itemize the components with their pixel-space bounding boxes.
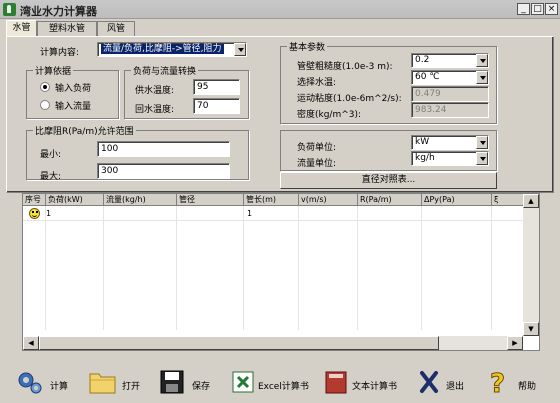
row-divider (23, 220, 523, 221)
results-grid[interactable]: 序号 负荷(kW) 流量(kg/h) 管径 管长(m) v(m/s) R(Pa/… (22, 193, 540, 351)
friction-max-label: 最大: (40, 172, 62, 182)
col-divider (45, 206, 46, 330)
col-divider (357, 206, 358, 330)
scroll-right-button[interactable]: ▶ (507, 336, 523, 350)
grid-header: 序号 负荷(kW) 流量(kg/h) 管径 管长(m) v(m/s) R(Pa/… (23, 194, 523, 206)
chevron-down-icon[interactable] (476, 54, 488, 67)
open-label: 打开 (122, 382, 141, 392)
scroll-left-button[interactable]: ◀ (23, 336, 39, 350)
density-label: 密度(kg/m^3): (297, 110, 362, 120)
tab-air-duct[interactable]: 风管 (97, 21, 135, 37)
help-question-icon: ? (490, 369, 506, 397)
tab-water-pipe[interactable]: 水管 (6, 20, 37, 37)
conversion-group-title: 负荷与流量转换 (131, 64, 199, 77)
basis-group-title: 计算依据 (33, 64, 74, 77)
calculate-label: 计算 (50, 382, 69, 392)
save-label: 保存 (192, 382, 211, 392)
radio-input-load-label: 输入负荷 (55, 84, 92, 94)
chevron-down-icon[interactable] (476, 136, 488, 149)
col-divider (176, 206, 177, 330)
water-temp-select[interactable]: 60 ℃ (411, 70, 489, 85)
load-unit-select[interactable]: kW (411, 135, 489, 150)
supply-temp-input[interactable]: 95 (193, 79, 240, 95)
col-divider (243, 206, 244, 330)
return-temp-label: 回水温度: (135, 105, 175, 115)
flow-unit-select[interactable]: kg/h (411, 151, 489, 166)
calc-content-label: 计算内容: (40, 48, 80, 58)
friction-max-input[interactable]: 300 (97, 163, 230, 179)
flow-unit-label: 流量单位: (297, 159, 337, 169)
friction-min-label: 最小: (40, 150, 62, 160)
exit-button[interactable]: 退出 (416, 362, 470, 403)
col-divider (298, 206, 299, 330)
col-header-pressure-drop[interactable]: ΔPy(Pa) (422, 194, 492, 206)
folder-icon (89, 373, 116, 394)
diameter-table-button[interactable]: 直径对照表... (280, 172, 497, 189)
friction-min-input[interactable]: 100 (97, 141, 230, 157)
book-icon (325, 371, 347, 394)
open-button[interactable]: 打开 (88, 362, 144, 403)
col-header-flow[interactable]: 流量(kg/h) (104, 194, 177, 206)
calculate-icon (18, 372, 42, 394)
basic-params-title: 基本参数 (287, 40, 328, 53)
col-header-velocity[interactable]: v(m/s) (299, 194, 358, 206)
col-header-no[interactable]: 序号 (23, 194, 46, 206)
text-report-label: 文本计算书 (352, 382, 398, 392)
cell-length[interactable]: 1 (247, 209, 252, 218)
floppy-disk-icon (160, 370, 184, 394)
scroll-thumb[interactable] (39, 336, 439, 350)
current-row-smiley-icon (29, 208, 40, 219)
exit-label: 退出 (446, 382, 465, 392)
svg-text:?: ? (490, 369, 505, 396)
excel-report-label: Excel计算书 (258, 382, 309, 392)
title-bar: 湾业水力计算器 _ □ × (0, 0, 560, 19)
radio-input-flow[interactable] (40, 100, 50, 110)
window-title: 湾业水力计算器 (20, 5, 97, 18)
col-header-friction[interactable]: R(Pa/m) (358, 194, 422, 206)
exit-x-icon (420, 371, 438, 393)
col-header-xi[interactable]: ξ (492, 194, 523, 206)
horizontal-scrollbar[interactable]: ◀ ▶ (23, 336, 523, 350)
calc-content-select[interactable]: 流量/负荷,比摩阻->管径,阻力 (97, 42, 247, 57)
save-button[interactable]: 保存 (158, 362, 214, 403)
minimize-button[interactable]: _ (517, 3, 530, 15)
return-temp-input[interactable]: 70 (193, 98, 240, 114)
app-icon (3, 3, 16, 16)
main-window: 湾业水力计算器 _ □ × 水管 塑料水管 风管 计算内容: 流量/负荷,比摩阻… (0, 0, 560, 403)
help-button[interactable]: ? 帮助 (484, 362, 544, 403)
excel-report-button[interactable]: Excel计算书 (230, 362, 316, 403)
col-divider (103, 206, 104, 330)
col-header-load[interactable]: 负荷(kW) (46, 194, 104, 206)
col-divider (491, 206, 492, 330)
scroll-up-button[interactable]: ▲ (523, 194, 539, 208)
load-unit-label: 负荷单位: (297, 143, 337, 153)
cell-row-no[interactable]: 1 (46, 209, 51, 218)
chevron-down-icon[interactable] (234, 43, 246, 56)
supply-temp-label: 供水温度: (135, 86, 175, 96)
viscosity-field: 0.479 (411, 86, 489, 102)
friction-range-title: 比摩阻R(Pa/m)允许范围 (33, 124, 136, 137)
tab-plastic-pipe[interactable]: 塑料水管 (37, 21, 97, 37)
text-report-button[interactable]: 文本计算书 (322, 362, 406, 403)
water-temp-label: 选择水温: (297, 78, 337, 88)
col-divider (421, 206, 422, 330)
roughness-select[interactable]: 0.2 (411, 53, 489, 68)
col-header-length[interactable]: 管长(m) (244, 194, 299, 206)
radio-input-load[interactable] (40, 82, 50, 92)
close-button[interactable]: × (545, 3, 558, 15)
density-field: 983.24 (411, 102, 489, 118)
help-label: 帮助 (518, 382, 537, 392)
vertical-scrollbar[interactable]: ▲ ▼ (523, 194, 539, 336)
bottom-toolbar: 计算 打开 保存 Excel计算书 文本计算书 退出 ? 帮助 (0, 362, 560, 403)
radio-input-flow-label: 输入流量 (55, 102, 92, 112)
maximize-button[interactable]: □ (531, 3, 544, 15)
chevron-down-icon[interactable] (476, 152, 488, 165)
scroll-down-button[interactable]: ▼ (523, 322, 539, 336)
excel-icon (232, 371, 254, 393)
roughness-label: 管壁粗糙度(1.0e-3 m): (297, 62, 393, 72)
col-header-diameter[interactable]: 管径 (177, 194, 244, 206)
chevron-down-icon[interactable] (476, 71, 488, 84)
viscosity-label: 运动粘度(1.0e-6m^2/s): (297, 94, 402, 104)
calculate-button[interactable]: 计算 (16, 362, 76, 403)
